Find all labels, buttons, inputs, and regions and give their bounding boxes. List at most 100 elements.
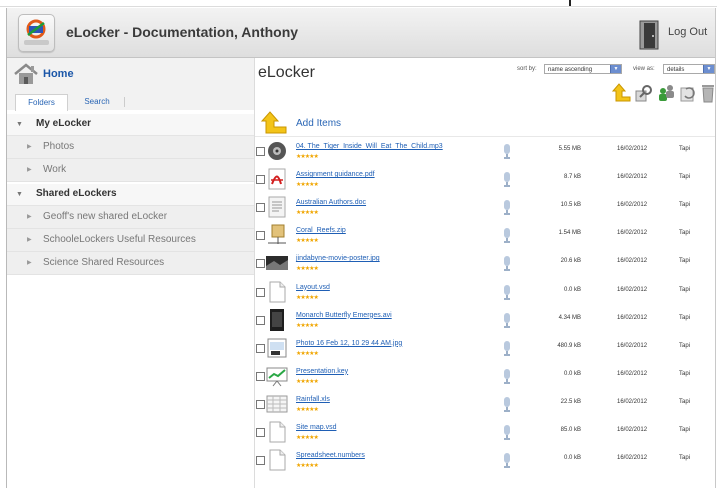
microphone-icon[interactable] [503,396,511,412]
expand-triangle-icon[interactable]: ▶ [27,259,32,266]
view-select[interactable]: details ▼ [663,64,715,74]
folder-item-geoffs-shared-elocker[interactable]: ▶ Geoff's new shared eLocker [7,206,254,229]
folder-group-my-elocker[interactable]: ▼ My eLocker [7,114,254,136]
file-row[interactable]: Layout.vsd ★★★★★ 0.0 kB 16/02/2012 Tapi [255,278,715,306]
microphone-icon[interactable] [503,228,511,244]
blank-file-icon[interactable] [266,421,288,443]
folder-item-work[interactable]: ▶ Work [7,159,254,182]
rating-stars[interactable]: ★★★★★ [296,322,319,329]
video-file-icon[interactable] [266,308,288,331]
file-checkbox[interactable] [256,203,265,213]
tab-search[interactable]: Search [77,94,117,110]
microphone-icon[interactable] [503,144,511,159]
file-checkbox[interactable] [256,175,265,185]
file-name-link[interactable]: Spreadsheet.numbers [296,452,365,459]
rating-stars[interactable]: ★★★★★ [296,237,319,244]
spreadsheet-file-icon[interactable] [266,393,288,415]
file-name-link[interactable]: Australian Authors.doc [296,199,366,206]
home-link[interactable]: Home [43,68,74,80]
rating-stars[interactable]: ★★★★★ [296,294,319,301]
sort-select[interactable]: name ascending ▼ [544,64,622,74]
microphone-icon[interactable] [503,425,511,440]
file-row[interactable]: jindabyne-movie-poster.jpg ★★★★★ 20.6 kB 16… [255,249,715,277]
file-checkbox[interactable] [256,456,265,466]
microphone-icon[interactable] [503,340,511,356]
file-checkbox[interactable] [256,147,265,156]
search-magnifier-icon[interactable] [634,83,654,108]
blank-file-icon[interactable] [266,281,288,303]
expand-triangle-icon[interactable]: ▶ [27,213,32,220]
microphone-icon[interactable] [503,312,511,328]
folder-item-schoolelockers-resources[interactable]: ▶ SchooleLockers Useful Resources [7,229,254,252]
rating-stars[interactable]: ★★★★★ [296,350,319,357]
home-icon[interactable] [13,63,39,90]
folder-group-shared-elockers[interactable]: ▼ Shared eLockers [7,184,254,206]
rating-stars[interactable]: ★★★★★ [296,181,319,188]
up-folder-icon[interactable] [611,83,632,108]
file-row[interactable]: Rainfall.xls ★★★★★ 22.5 kB 16/02/2012 Tapi [255,390,715,418]
chevron-down-icon[interactable]: ▼ [703,65,714,73]
microphone-icon[interactable] [503,200,511,216]
rating-stars[interactable]: ★★★★★ [296,265,319,272]
file-checkbox[interactable] [256,287,265,297]
rating-stars[interactable]: ★★★★★ [296,406,319,413]
rating-stars[interactable]: ★★★★★ [296,434,319,441]
add-items-button[interactable]: Add Items [296,118,341,129]
rating-stars[interactable]: ★★★★★ [296,153,319,160]
microphone-icon[interactable] [503,172,511,188]
refresh-icon[interactable] [678,83,698,108]
share-users-icon[interactable] [656,83,676,108]
pdf-file-icon[interactable] [266,168,288,190]
file-checkbox[interactable] [256,371,265,381]
file-checkbox[interactable] [256,343,265,353]
file-name-link[interactable]: Monarch Butterfly Emerges.avi [296,312,392,319]
microphone-icon[interactable] [503,368,511,384]
collapse-triangle-icon[interactable]: ▼ [16,121,23,128]
file-row[interactable]: Site map.vsd ★★★★★ 85.0 kB 16/02/2012 Tapi [255,418,715,446]
trash-icon[interactable] [701,83,715,108]
presentation-file-icon[interactable] [266,365,288,387]
file-row[interactable]: 04. The_Tiger_Inside_Will_Eat_The_Child.… [255,137,715,165]
microphone-icon[interactable] [503,284,511,300]
file-name-link[interactable]: Assignment guidance.pdf [296,171,375,178]
folder-item-photos[interactable]: ▶ Photos [7,136,254,159]
tab-folders[interactable]: Folders [15,94,68,111]
document-file-icon[interactable] [266,196,288,218]
rating-stars[interactable]: ★★★★★ [296,462,319,469]
zip-file-icon[interactable] [266,224,288,246]
collapse-triangle-icon[interactable]: ▼ [16,191,23,198]
file-name-link[interactable]: Coral_Reefs.zip [296,227,346,234]
microphone-icon[interactable] [503,453,511,469]
file-checkbox[interactable] [256,259,265,269]
photo-thumbnail-icon[interactable] [266,337,288,359]
rating-stars[interactable]: ★★★★★ [296,378,319,385]
expand-triangle-icon[interactable]: ▶ [27,236,32,243]
file-name-link[interactable]: 04. The_Tiger_Inside_Will_Eat_The_Child.… [296,143,443,150]
file-checkbox[interactable] [256,428,265,437]
file-row[interactable]: Australian Authors.doc ★★★★★ 10.5 kB 16/02/… [255,193,715,221]
file-row[interactable]: Presentation.key ★★★★★ 0.0 kB 16/02/2012 Tap… [255,362,715,390]
file-row[interactable]: Photo 16 Feb 12, 10 29 44 AM.jpg ★★★★★ 480… [255,334,715,362]
file-checkbox[interactable] [256,315,265,325]
microphone-icon[interactable] [503,256,511,272]
file-name-link[interactable]: Layout.vsd [296,284,330,291]
file-name-link[interactable]: jindabyne-movie-poster.jpg [296,255,380,262]
file-row[interactable]: Monarch Butterfly Emerges.avi ★★★★★ 4.34 M… [255,306,715,334]
file-checkbox[interactable] [256,231,265,241]
file-checkbox[interactable] [256,399,265,409]
file-name-link[interactable]: Presentation.key [296,368,348,375]
chevron-down-icon[interactable]: ▼ [610,65,621,73]
file-row[interactable]: Spreadsheet.numbers ★★★★★ 0.0 kB 16/02/2012… [255,446,715,474]
file-name-link[interactable]: Photo 16 Feb 12, 10 29 44 AM.jpg [296,340,402,347]
file-name-link[interactable]: Site map.vsd [296,424,336,431]
folder-item-science-shared-resources[interactable]: ▶ Science Shared Resources [7,252,254,275]
door-icon[interactable] [639,20,659,55]
rating-stars[interactable]: ★★★★★ [296,209,319,216]
image-thumbnail-icon[interactable] [266,252,288,274]
logout-button[interactable]: Log Out [668,26,707,38]
file-row[interactable]: Assignment guidance.pdf ★★★★★ 8.7 kB 16/02/… [255,165,715,193]
audio-file-icon[interactable] [266,140,288,162]
file-name-link[interactable]: Rainfall.xls [296,396,330,403]
file-row[interactable]: Coral_Reefs.zip ★★★★★ 1.54 MB 16/02/2012 Tap… [255,221,715,249]
expand-triangle-icon[interactable]: ▶ [27,166,32,173]
